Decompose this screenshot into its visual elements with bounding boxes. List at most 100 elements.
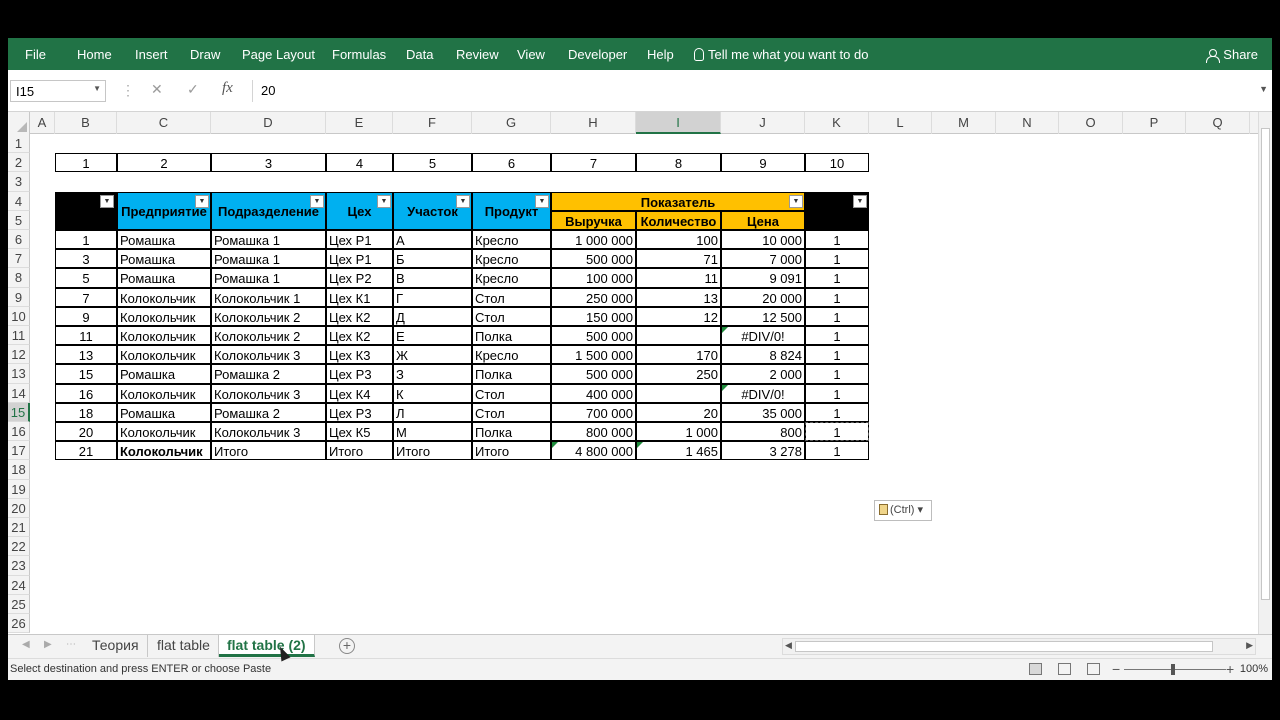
data-cell[interactable]: 13 bbox=[636, 287, 721, 307]
row-header-5[interactable]: 5 bbox=[8, 210, 30, 230]
chevron-down-icon[interactable]: ▼ bbox=[93, 84, 101, 93]
share-button[interactable]: Share bbox=[1206, 47, 1258, 63]
data-cell[interactable]: Колокольчик 1 bbox=[211, 287, 326, 307]
row-header-19[interactable]: 19 bbox=[8, 479, 30, 499]
numbering-cell[interactable]: 5 bbox=[393, 153, 472, 173]
data-cell[interactable]: Кресло bbox=[472, 345, 551, 365]
error-indicator-icon[interactable] bbox=[637, 442, 643, 449]
data-cell[interactable]: 1 bbox=[805, 345, 869, 365]
data-cell[interactable]: Цех Р2 bbox=[326, 268, 393, 288]
zoom-slider-knob[interactable] bbox=[1171, 664, 1175, 675]
data-cell[interactable]: Итого bbox=[326, 441, 393, 461]
column-header-g[interactable]: G bbox=[472, 112, 551, 134]
data-cell[interactable]: Полка bbox=[472, 422, 551, 442]
data-cell[interactable]: А bbox=[393, 230, 472, 250]
tab-formulas[interactable]: Formulas bbox=[332, 47, 386, 62]
data-cell[interactable]: Колокольчик 2 bbox=[211, 306, 326, 326]
header-quantity[interactable]: Количество bbox=[636, 210, 721, 230]
data-cell[interactable]: 800 bbox=[721, 422, 805, 442]
data-cell[interactable]: Цех К3 bbox=[326, 345, 393, 365]
sheet-tab-flat-table-2[interactable]: flat table (2) bbox=[219, 635, 315, 657]
data-cell[interactable]: 1 bbox=[805, 268, 869, 288]
filter-dropdown-icon[interactable]: ▼ bbox=[195, 194, 209, 208]
column-header-j[interactable]: J bbox=[721, 112, 805, 134]
filter-dropdown-icon[interactable]: ▼ bbox=[789, 194, 803, 208]
numbering-cell[interactable]: 6 bbox=[472, 153, 551, 173]
header-indicator[interactable]: Показатель bbox=[551, 191, 805, 211]
column-header-l[interactable]: L bbox=[869, 112, 932, 134]
column-header-a[interactable]: A bbox=[30, 112, 55, 134]
data-cell[interactable]: Стол bbox=[472, 287, 551, 307]
data-cell[interactable]: Стол bbox=[472, 383, 551, 403]
data-cell[interactable]: Ромашка 1 bbox=[211, 268, 326, 288]
data-cell[interactable]: Кресло bbox=[472, 230, 551, 250]
data-cell[interactable]: 4 800 000 bbox=[551, 441, 636, 461]
page-break-view-icon[interactable] bbox=[1087, 663, 1100, 675]
data-cell[interactable]: 21 bbox=[55, 441, 117, 461]
data-cell[interactable]: Цех Р1 bbox=[326, 230, 393, 250]
row-header-25[interactable]: 25 bbox=[8, 594, 30, 614]
data-cell[interactable]: 3 bbox=[55, 249, 117, 269]
data-cell[interactable]: Стол bbox=[472, 306, 551, 326]
data-cell[interactable]: 800 000 bbox=[551, 422, 636, 442]
row-header-20[interactable]: 20 bbox=[8, 498, 30, 518]
horizontal-scrollbar[interactable]: ◀ ▶ bbox=[782, 638, 1256, 655]
row-header-2[interactable]: 2 bbox=[8, 153, 30, 173]
row-header-9[interactable]: 9 bbox=[8, 287, 30, 307]
filter-dropdown-icon[interactable]: ▼ bbox=[535, 194, 549, 208]
data-cell[interactable]: Кресло bbox=[472, 268, 551, 288]
row-header-21[interactable]: 21 bbox=[8, 518, 30, 538]
data-cell[interactable]: Колокольчик 2 bbox=[211, 326, 326, 346]
data-cell[interactable]: 500 000 bbox=[551, 249, 636, 269]
data-cell[interactable]: 7 000 bbox=[721, 249, 805, 269]
data-cell[interactable]: 1 bbox=[805, 249, 869, 269]
data-cell[interactable]: Д bbox=[393, 306, 472, 326]
data-cell[interactable]: Кресло bbox=[472, 249, 551, 269]
data-cell[interactable]: Цех Р1 bbox=[326, 249, 393, 269]
data-cell[interactable]: 1 bbox=[805, 306, 869, 326]
data-cell[interactable]: 500 000 bbox=[551, 326, 636, 346]
header-division[interactable]: Подразделение bbox=[211, 191, 326, 230]
data-cell[interactable]: 20 bbox=[636, 402, 721, 422]
error-indicator-icon[interactable] bbox=[722, 384, 728, 391]
numbering-cell[interactable]: 4 bbox=[326, 153, 393, 173]
data-cell[interactable]: Л bbox=[393, 402, 472, 422]
column-header-i[interactable]: I bbox=[636, 112, 721, 134]
data-cell[interactable]: Цех Р3 bbox=[326, 402, 393, 422]
data-cell[interactable]: Колокольчик 3 bbox=[211, 383, 326, 403]
row-header-7[interactable]: 7 bbox=[8, 249, 30, 269]
column-header-o[interactable]: O bbox=[1059, 112, 1123, 134]
data-cell[interactable]: 18 bbox=[55, 402, 117, 422]
zoom-out-icon[interactable]: − bbox=[1112, 661, 1120, 677]
drag-handle-icon[interactable]: ⋮ bbox=[121, 82, 135, 99]
data-cell[interactable]: 400 000 bbox=[551, 383, 636, 403]
tab-insert[interactable]: Insert bbox=[135, 47, 168, 62]
data-cell[interactable]: Колокольчик bbox=[117, 383, 211, 403]
data-cell[interactable]: Ромашка 1 bbox=[211, 230, 326, 250]
tab-developer[interactable]: Developer bbox=[568, 47, 627, 62]
row-header-1[interactable]: 1 bbox=[8, 134, 30, 154]
data-cell[interactable]: 1 000 000 bbox=[551, 230, 636, 250]
data-cell[interactable]: Полка bbox=[472, 326, 551, 346]
row-header-8[interactable]: 8 bbox=[8, 268, 30, 288]
data-cell[interactable]: Ромашка bbox=[117, 364, 211, 384]
data-cell[interactable]: Ромашка bbox=[117, 402, 211, 422]
cancel-icon[interactable]: ✕ bbox=[151, 81, 163, 98]
data-cell[interactable]: 13 bbox=[55, 345, 117, 365]
data-cell[interactable]: 12 bbox=[636, 306, 721, 326]
scroll-left-icon[interactable]: ◀ bbox=[785, 640, 792, 651]
data-cell[interactable]: 700 000 bbox=[551, 402, 636, 422]
data-cell[interactable]: 16 bbox=[55, 383, 117, 403]
select-all-corner[interactable] bbox=[8, 112, 30, 134]
enter-icon[interactable]: ✓ bbox=[187, 81, 199, 98]
error-indicator-icon[interactable] bbox=[552, 442, 558, 449]
data-cell[interactable]: 8 824 bbox=[721, 345, 805, 365]
data-cell[interactable]: Ж bbox=[393, 345, 472, 365]
column-header-m[interactable]: M bbox=[932, 112, 996, 134]
data-cell[interactable]: 11 bbox=[636, 268, 721, 288]
data-cell[interactable]: З bbox=[393, 364, 472, 384]
row-header-6[interactable]: 6 bbox=[8, 230, 30, 250]
column-header-h[interactable]: H bbox=[551, 112, 636, 134]
expand-formula-bar-icon[interactable]: ▼ bbox=[1259, 84, 1268, 94]
data-cell[interactable]: 500 000 bbox=[551, 364, 636, 384]
